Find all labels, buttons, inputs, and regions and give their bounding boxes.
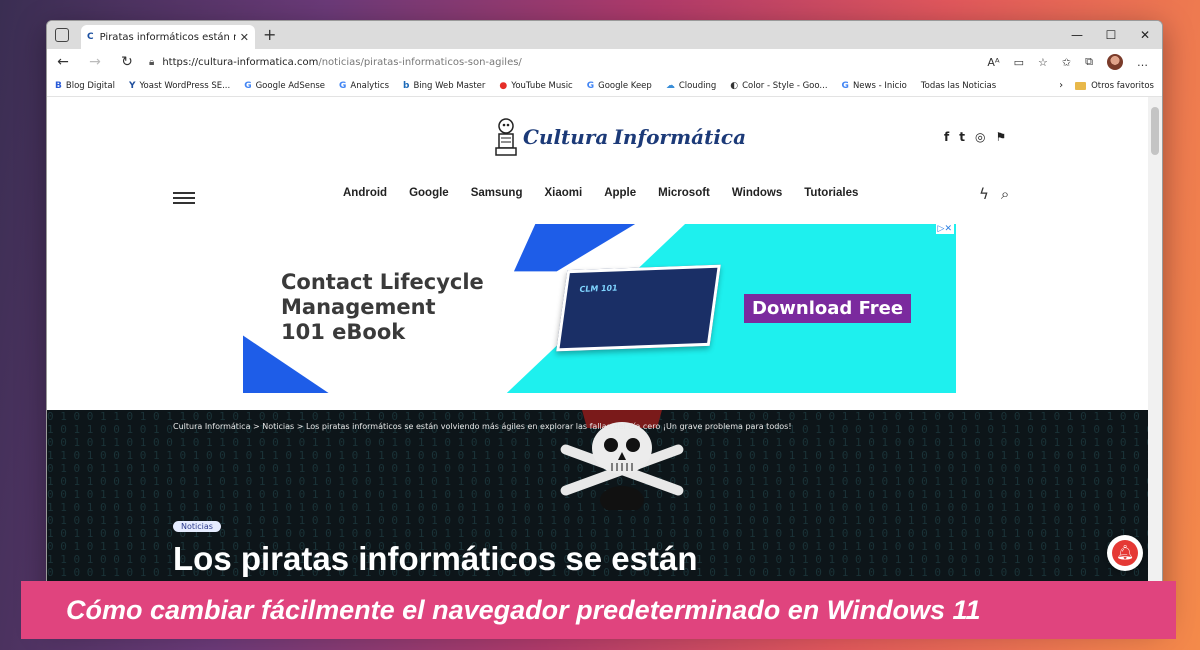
caption-text: Cómo cambiar fácilmente el navegador pre… bbox=[66, 594, 981, 625]
nav-icons: ϟ ⌕ bbox=[979, 185, 1009, 203]
bookmark-color-style[interactable]: ◐ Color - Style - Goo... bbox=[730, 81, 827, 91]
nav-microsoft[interactable]: Microsoft bbox=[658, 187, 710, 199]
article-title: Los piratas informáticos se están bbox=[173, 540, 698, 577]
logo-text-1: Cultura bbox=[523, 125, 609, 149]
nav-apple[interactable]: Apple bbox=[604, 187, 636, 199]
facebook-icon[interactable]: f bbox=[944, 130, 949, 144]
back-icon[interactable]: ← bbox=[47, 54, 79, 70]
window-controls: — ☐ ✕ bbox=[1060, 21, 1162, 49]
bookmark-clouding[interactable]: ☁ Clouding bbox=[666, 81, 716, 91]
bookmark-blog-digital[interactable]: B Blog Digital bbox=[55, 81, 115, 91]
hamburger-menu-icon[interactable] bbox=[173, 192, 195, 207]
download-free-button[interactable]: Download Free bbox=[744, 294, 912, 323]
address-bar: ← → ↻ 🔒︎ https://cultura-informatica.com… bbox=[47, 49, 1162, 75]
color-icon: ◐ bbox=[730, 80, 739, 91]
nav-windows[interactable]: Windows bbox=[732, 187, 782, 199]
tab-bar: C Piratas informáticos están más á ✕ + —… bbox=[47, 21, 1162, 49]
tab-active[interactable]: C Piratas informáticos están más á ✕ bbox=[81, 25, 255, 49]
caption-banner: Cómo cambiar fácilmente el navegador pre… bbox=[21, 581, 1176, 639]
maximize-button[interactable]: ☐ bbox=[1094, 21, 1128, 49]
minimize-button[interactable]: — bbox=[1060, 21, 1094, 49]
forward-icon[interactable]: → bbox=[79, 54, 111, 70]
social-links: f t ◎ ⚑ bbox=[944, 130, 1006, 144]
blogger-icon: B bbox=[55, 80, 62, 91]
favicon-icon: C bbox=[87, 32, 94, 42]
profile-avatar[interactable] bbox=[1107, 54, 1123, 70]
tab-close-icon[interactable]: ✕ bbox=[240, 31, 249, 44]
bookmark-analytics[interactable]: G Analytics bbox=[339, 81, 389, 91]
logo-text-2: Informática bbox=[613, 125, 747, 149]
search-icon[interactable]: ⌕ bbox=[1001, 185, 1009, 203]
browser-window: C Piratas informáticos están más á ✕ + —… bbox=[46, 20, 1163, 620]
bookmark-bing[interactable]: b Bing Web Master bbox=[403, 81, 485, 91]
ad-banner[interactable]: Contact Lifecycle Management 101 eBook C… bbox=[243, 224, 956, 393]
bookmarks-bar: B Blog Digital Y Yoast WordPress SE... G Go… bbox=[47, 75, 1162, 97]
nav-android[interactable]: Android bbox=[343, 187, 387, 199]
ad-ebook-image: CLM 101 bbox=[556, 264, 721, 352]
refresh-icon[interactable]: ↻ bbox=[111, 54, 143, 70]
add-favorite-icon[interactable]: ☆ bbox=[1038, 56, 1048, 69]
close-window-button[interactable]: ✕ bbox=[1128, 21, 1162, 49]
web-page: Cultura Informática f t ◎ ⚑ Android Goog… bbox=[47, 97, 1150, 619]
scrollbar[interactable] bbox=[1148, 97, 1162, 619]
category-badge[interactable]: Noticias bbox=[173, 521, 221, 532]
more-icon[interactable]: … bbox=[1137, 56, 1148, 69]
notification-bell-button[interactable]: 🔔︎ bbox=[1107, 535, 1143, 571]
youtube-music-icon: ● bbox=[499, 80, 508, 91]
google-icon: G bbox=[339, 80, 347, 91]
scrollbar-thumb[interactable] bbox=[1151, 107, 1159, 155]
read-aloud-icon[interactable]: Aᴬ bbox=[987, 56, 999, 69]
other-favorites[interactable]: › Otros favoritos bbox=[1059, 80, 1154, 91]
site-logo[interactable]: Cultura Informática bbox=[493, 117, 746, 157]
cloud-icon: ☁ bbox=[665, 80, 675, 91]
favorites-icon[interactable]: ✩ bbox=[1062, 56, 1071, 69]
bookmark-youtube-music[interactable]: ● YouTube Music bbox=[499, 81, 572, 91]
nav-xiaomi[interactable]: Xiaomi bbox=[544, 187, 582, 199]
bookmark-news[interactable]: G News - Inicio bbox=[842, 81, 907, 91]
toolbar-buttons: Aᴬ ▭ ☆ ✩ ⧉ … bbox=[987, 54, 1162, 70]
tab-actions-icon[interactable] bbox=[55, 28, 69, 42]
instagram-icon[interactable]: ◎ bbox=[975, 130, 985, 144]
tab-title: Piratas informáticos están más á bbox=[99, 31, 236, 43]
yoast-icon: Y bbox=[128, 80, 136, 91]
url-path: /noticias/piratas-informaticos-son-agile… bbox=[318, 56, 522, 68]
twitter-icon[interactable]: t bbox=[959, 130, 965, 144]
nav-google[interactable]: Google bbox=[409, 187, 449, 199]
google-icon: G bbox=[244, 80, 252, 91]
app-available-icon[interactable]: ▭ bbox=[1014, 56, 1024, 69]
chevron-right-icon[interactable]: › bbox=[1059, 80, 1063, 91]
bookmark-yoast[interactable]: Y Yoast WordPress SE... bbox=[129, 81, 230, 91]
google-icon: G bbox=[841, 80, 849, 91]
bookmark-google-keep[interactable]: G Google Keep bbox=[587, 81, 652, 91]
bell-icon: 🔔︎ bbox=[1112, 540, 1138, 566]
main-nav: Android Google Samsung Xiaomi Apple Micr… bbox=[343, 187, 858, 199]
nav-tutoriales[interactable]: Tutoriales bbox=[804, 187, 858, 199]
google-icon: G bbox=[586, 80, 595, 91]
url-field[interactable]: 🔒︎ https://cultura-informatica.com/notic… bbox=[149, 51, 981, 73]
lightning-icon[interactable]: ϟ bbox=[979, 185, 989, 203]
nav-samsung[interactable]: Samsung bbox=[471, 187, 523, 199]
adchoices-icon[interactable]: ▷✕ bbox=[935, 224, 954, 234]
breadcrumb[interactable]: Cultura Informática > Noticias > Los pir… bbox=[173, 422, 792, 431]
lock-icon[interactable]: 🔒︎ bbox=[149, 57, 154, 68]
url-host: https://cultura-informatica.com bbox=[162, 56, 319, 68]
bookmark-todas-noticias[interactable]: Todas las Noticias bbox=[921, 81, 996, 91]
robot-logo-icon bbox=[495, 118, 517, 156]
flipboard-icon[interactable]: ⚑ bbox=[995, 130, 1006, 144]
ad-headline: Contact Lifecycle Management 101 eBook bbox=[281, 270, 484, 344]
bookmark-adsense[interactable]: G Google AdSense bbox=[244, 81, 325, 91]
folder-icon bbox=[1075, 81, 1087, 90]
bing-icon: b bbox=[403, 80, 410, 91]
new-tab-button[interactable]: + bbox=[263, 25, 276, 44]
collections-icon[interactable]: ⧉ bbox=[1085, 55, 1093, 69]
